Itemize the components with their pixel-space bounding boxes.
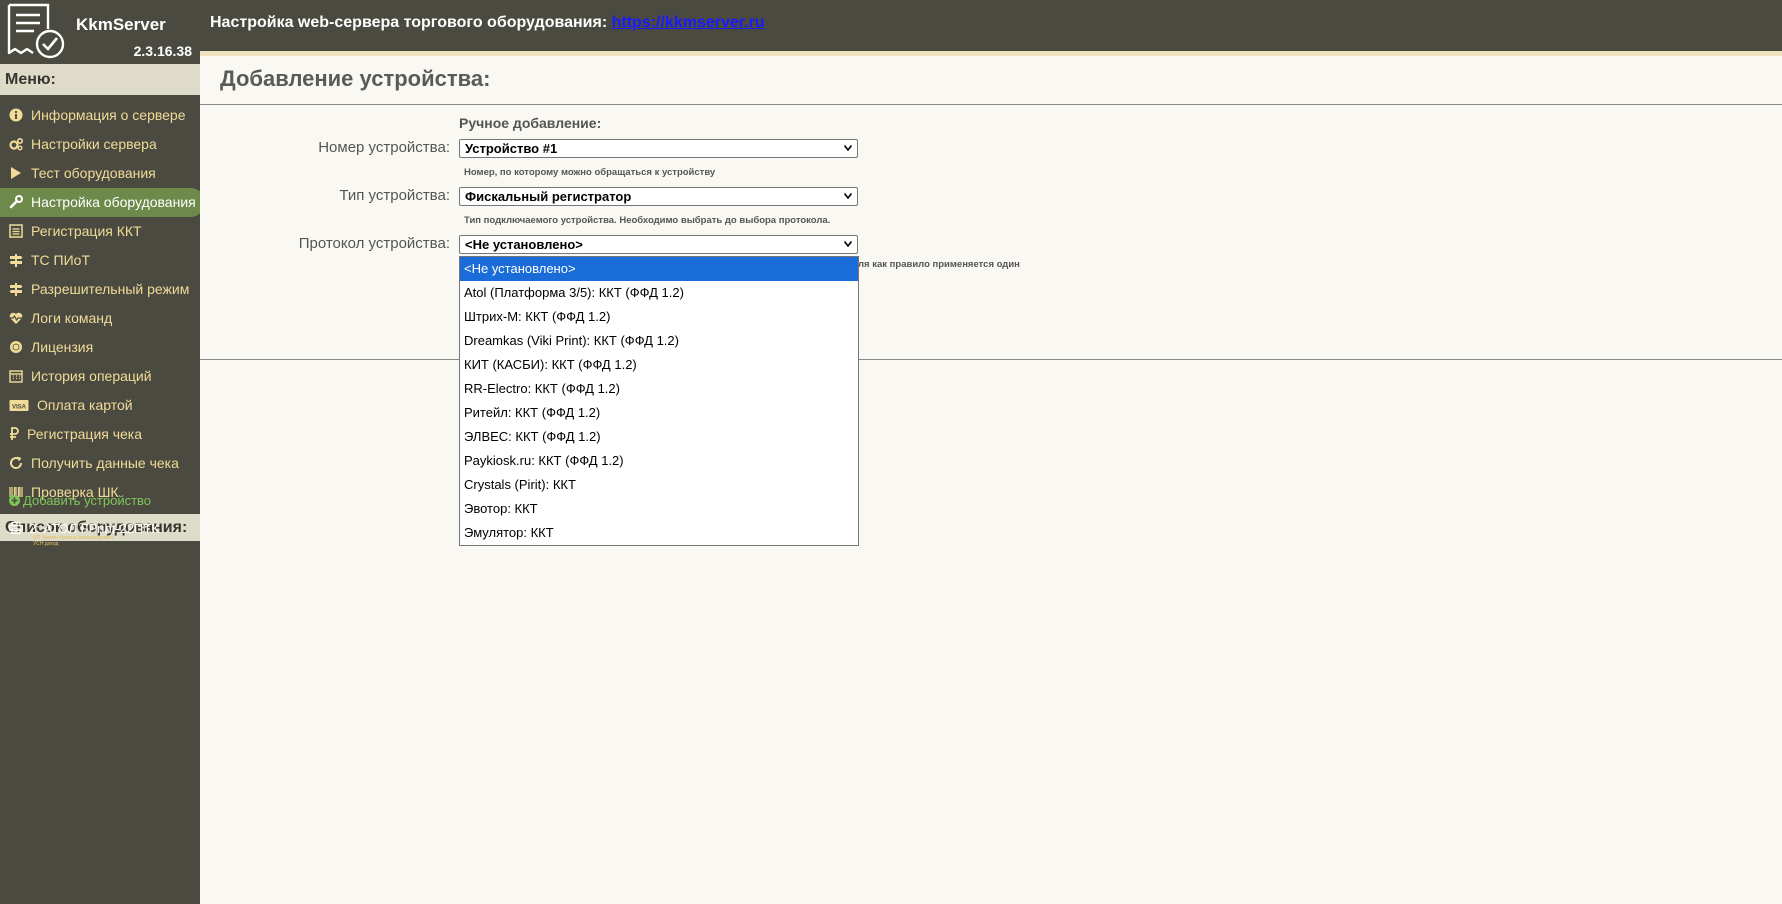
device-type-value: Фискальный регистратор xyxy=(465,189,632,204)
sidebar-item-command-logs[interactable]: Логи команд xyxy=(0,304,200,333)
protocol-option[interactable]: <Не установлено> xyxy=(460,257,858,281)
sidebar-item-label: Информация о сервере xyxy=(31,107,186,123)
sidebar-item-server-info[interactable]: Информация о сервере xyxy=(0,101,200,130)
manual-add-label: Ручное добавление: xyxy=(459,115,602,131)
sidebar-item-equipment-settings[interactable]: Настройка оборудования xyxy=(0,188,205,217)
refresh-icon xyxy=(10,456,23,469)
sidebar-item-label: Оплата картой xyxy=(37,397,133,413)
wrench-icon xyxy=(9,195,23,209)
sidebar-item-kkt-registration[interactable]: Регистрация ККТ xyxy=(0,217,200,246)
device-type-hint: Тип подключаемого устройства. Необходимо… xyxy=(464,215,831,226)
sidebar-item-receipt-registration[interactable]: Регистрация чека xyxy=(0,420,200,449)
chevron-down-icon xyxy=(844,241,852,247)
protocol-option[interactable]: Эмулятор: ККТ xyxy=(460,521,858,545)
receipt-check-logo-icon xyxy=(7,3,65,59)
sidebar-item-label: Регистрация ККТ xyxy=(31,223,142,239)
add-device-link[interactable]: Добавить устройство xyxy=(9,493,151,508)
sidebar-item-label: Регистрация чека xyxy=(27,426,143,442)
signpost-icon xyxy=(9,283,23,296)
protocol-option[interactable]: КИТ (КАСБИ): ККТ (ФФД 1.2) xyxy=(460,353,858,377)
app-version: 2.3.16.38 xyxy=(133,43,192,59)
header-title: Настройка web-сервера торгового оборудов… xyxy=(210,14,765,32)
heartbeat-icon xyxy=(9,312,23,324)
header-title-text: Настройка web-сервера торгового оборудов… xyxy=(210,14,612,31)
device-number-hint: Номер, по которому можно обращаться к ус… xyxy=(464,167,716,178)
sidebar-item-get-receipt-data[interactable]: Получить данные чека xyxy=(0,449,200,478)
info-icon xyxy=(9,108,23,122)
visa-icon: VISA xyxy=(9,400,29,411)
protocol-option[interactable]: Crystals (Pirit): ККТ xyxy=(460,473,858,497)
sidebar-item-label: Разрешительный режим xyxy=(31,281,190,297)
device-tax-mode: УСН доход xyxy=(33,541,59,547)
sidebar-item-server-settings[interactable]: Настройки сервера xyxy=(0,130,200,159)
sidebar-item-label: Тест оборудования xyxy=(31,165,156,181)
protocol-option[interactable]: Paykiosk.ru: ККТ (ФФД 1.2) xyxy=(460,449,858,473)
protocol-option[interactable]: Ритейл: ККТ (ФФД 1.2) xyxy=(460,401,858,425)
svg-text:VISA: VISA xyxy=(12,405,27,411)
play-icon xyxy=(11,167,21,179)
kkmserver-link[interactable]: https://kkmserver.ru xyxy=(612,14,765,31)
title-divider xyxy=(200,104,1782,105)
printer-icon xyxy=(9,522,23,534)
protocol-dropdown-list: <Не установлено> Atol (Платформа 3/5): К… xyxy=(459,256,859,546)
sidebar-item-card-payment[interactable]: VISA Оплата картой xyxy=(0,391,200,420)
ruble-icon xyxy=(10,427,19,440)
protocol-option[interactable]: Штрих-М: ККТ (ФФД 1.2) xyxy=(460,305,858,329)
protocol-option[interactable]: Эвотор: ККТ xyxy=(460,497,858,521)
calendar-icon xyxy=(9,370,23,383)
device-protocol-select[interactable]: <Не установлено> xyxy=(459,235,858,254)
signpost-icon xyxy=(9,254,23,267)
gears-icon xyxy=(9,138,23,151)
device-protocol-label: Протокол устройства: xyxy=(298,235,450,252)
protocol-option[interactable]: Atol (Платформа 3/5): ККТ (ФФД 1.2) xyxy=(460,281,858,305)
form-divider xyxy=(200,359,1782,360)
device-type-label: Тип устройства: xyxy=(339,187,450,204)
protocol-option[interactable]: ЭЛВЕС: ККТ (ФФД 1.2) xyxy=(460,425,858,449)
plus-circle-icon xyxy=(9,495,20,506)
device-label: 2: АТОЛ FPrint-22ПТК xyxy=(29,521,159,536)
main-content: Добавление устройства: Ручное добавление… xyxy=(200,56,1782,904)
menu-title: Меню: xyxy=(0,64,206,95)
add-device-label: Добавить устройство xyxy=(23,493,152,508)
sidebar-item-label: Логи команд xyxy=(31,310,113,326)
certificate-icon xyxy=(10,341,22,353)
chevron-down-icon xyxy=(844,193,852,199)
device-number-value: Устройство #1 xyxy=(465,141,558,156)
sidebar-item-label: Лицензия xyxy=(31,339,94,355)
page-title: Добавление устройства: xyxy=(220,66,491,91)
sidebar-item-label: Настройка оборудования xyxy=(31,194,196,210)
sidebar-item-permissive-mode[interactable]: Разрешительный режим xyxy=(0,275,200,304)
top-header: KkmServer 2.3.16.38 Настройка web-сервер… xyxy=(0,0,1782,59)
sidebar-item-label: Настройки сервера xyxy=(31,136,157,152)
sidebar-item-equipment-test[interactable]: Тест оборудования xyxy=(0,159,200,188)
sidebar-item-operations-history[interactable]: История операций xyxy=(0,362,200,391)
device-number-select[interactable]: Устройство #1 xyxy=(459,139,858,158)
sidebar-item-ts-piot[interactable]: ТС ПИоТ xyxy=(0,246,200,275)
app-name: KkmServer xyxy=(76,15,166,34)
protocol-option[interactable]: RR-Electro: ККТ (ФФД 1.2) xyxy=(460,377,858,401)
device-item[interactable]: 2: АТОЛ FPrint-22ПТК xyxy=(9,521,159,536)
device-protocol-hint: ля как правило применяется один xyxy=(858,259,1020,270)
sidebar-item-label: История операций xyxy=(31,368,152,384)
sidebar-item-label: Получить данные чека xyxy=(31,455,179,471)
sidebar-item-label: ТС ПИоТ xyxy=(31,252,91,268)
device-type-select[interactable]: Фискальный регистратор xyxy=(459,187,858,206)
device-number-label: Номер устройства: xyxy=(318,139,450,156)
chevron-down-icon xyxy=(844,145,852,151)
device-protocol-value: <Не установлено> xyxy=(465,237,583,252)
sidebar: Меню: Информация о сервере Настройки сер… xyxy=(0,63,206,904)
list-icon xyxy=(9,224,23,238)
protocol-option[interactable]: Dreamkas (Viki Print): ККТ (ФФД 1.2) xyxy=(460,329,858,353)
sidebar-item-license[interactable]: Лицензия xyxy=(0,333,200,362)
